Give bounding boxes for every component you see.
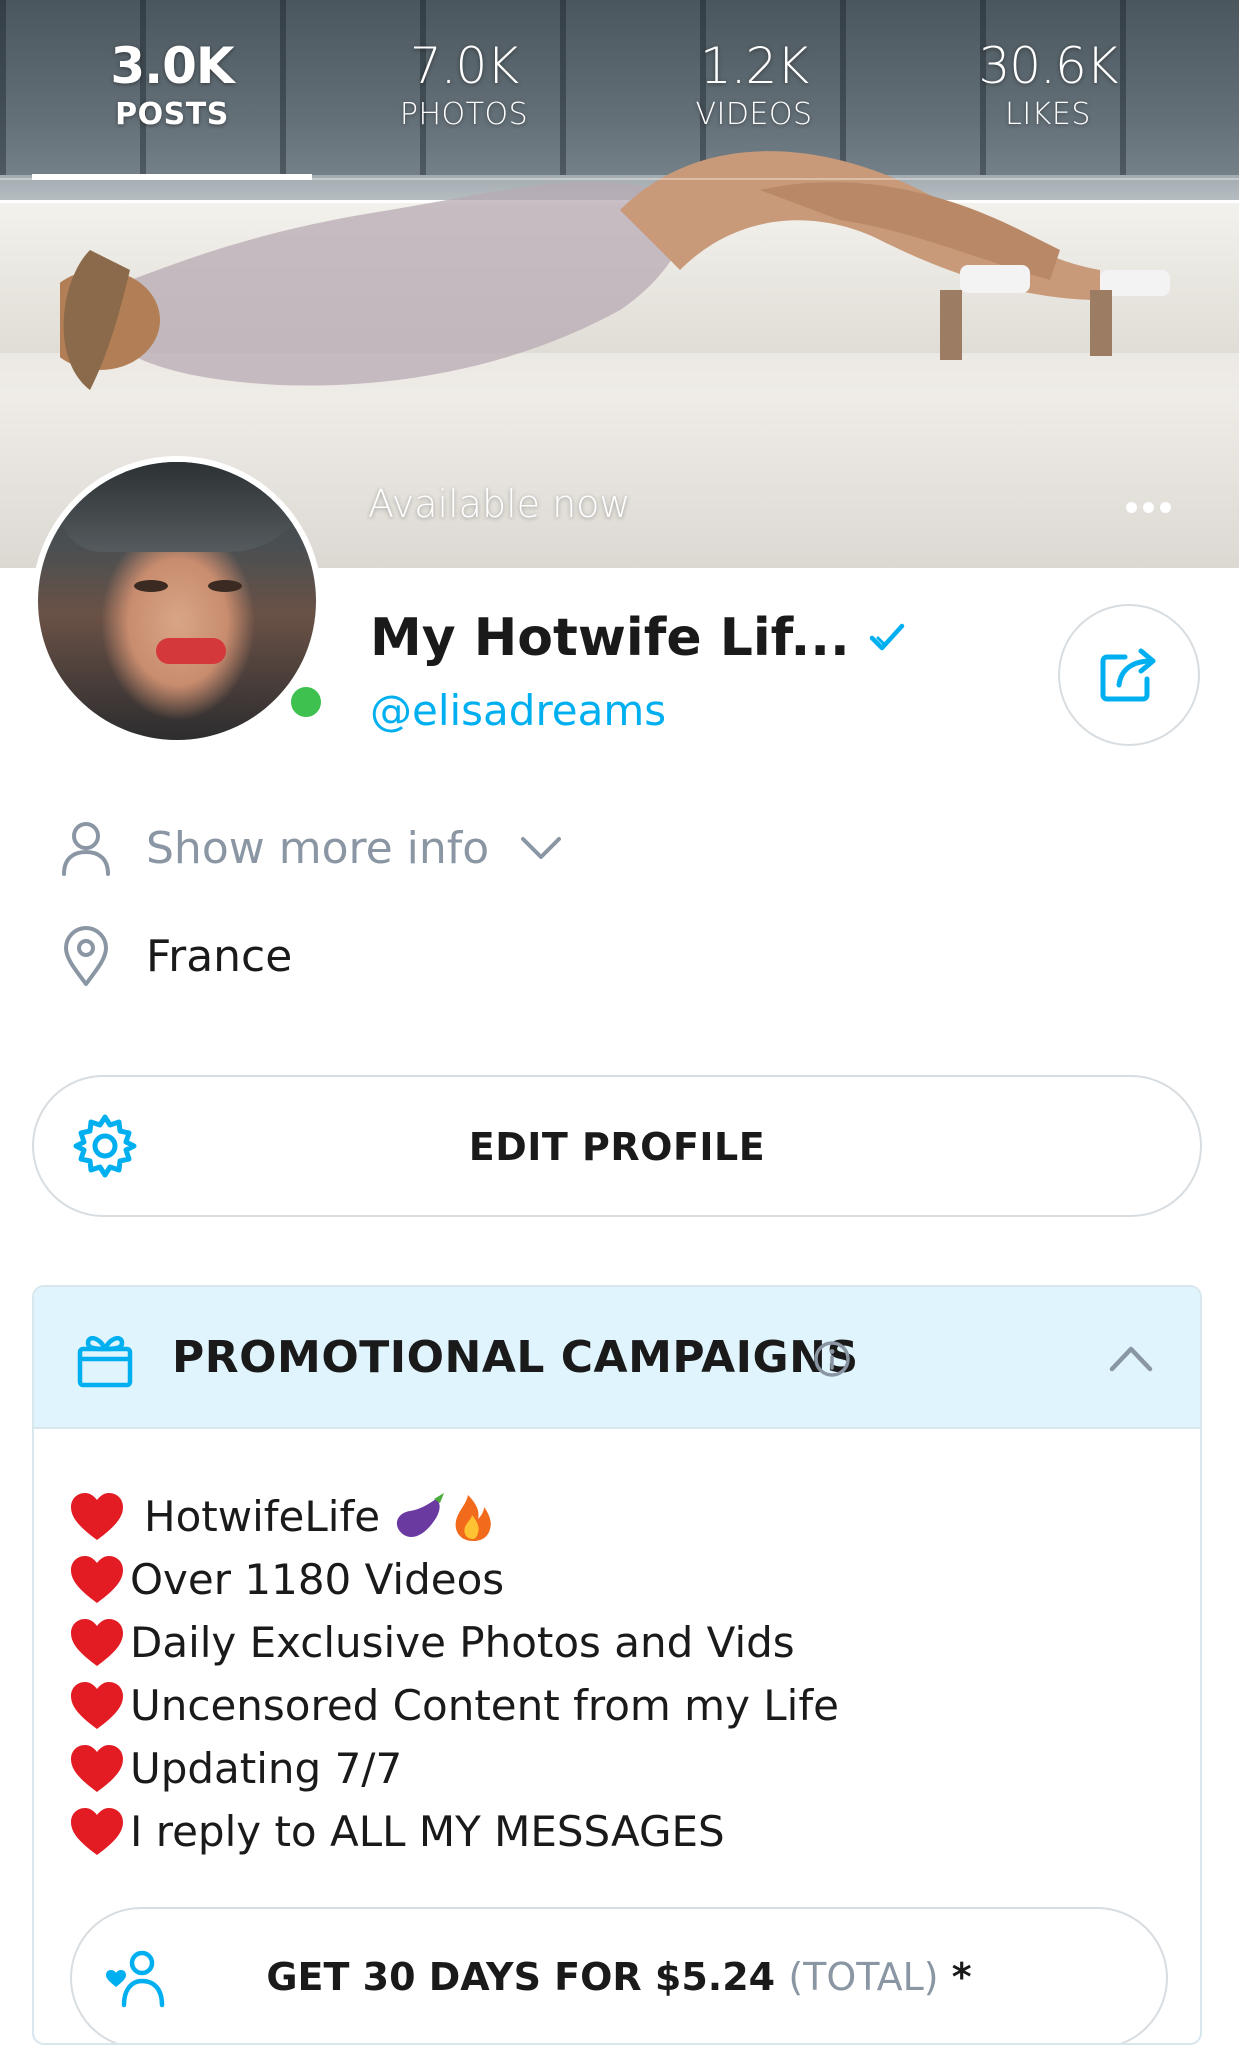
share-icon	[1100, 648, 1156, 702]
promotional-campaigns-header[interactable]: PROMOTIONAL CAMPAIGNS	[34, 1287, 1200, 1429]
subscribe-button[interactable]: GET 30 DAYS FOR $5.24 (TOTAL) *	[70, 1907, 1168, 2043]
bio-line: Updating 7/7	[68, 1737, 1168, 1800]
verified-icon	[869, 623, 904, 651]
chevron-down-icon	[521, 837, 562, 859]
posts-label: POSTS	[115, 97, 229, 132]
avatar-photo	[38, 462, 316, 740]
avatar[interactable]	[32, 456, 326, 746]
tab-likes[interactable]: 30.6K LIKES	[928, 36, 1168, 134]
bio-line-text: Uncensored Content from my Life	[130, 1681, 839, 1730]
tab-photos[interactable]: 7.0K PHOTOS	[344, 36, 584, 134]
bio-line-text: Over 1180 Videos	[130, 1555, 505, 1604]
gift-icon	[77, 1335, 133, 1388]
tab-videos[interactable]: 1.2K VIDEOS	[634, 36, 874, 134]
profile-name-row: My Hotwife Lif...	[370, 608, 908, 668]
subscribe-asterisk: *	[951, 1955, 972, 1999]
eggplant-icon	[396, 1492, 445, 1537]
location-row: France	[56, 924, 292, 988]
share-button[interactable]	[1058, 604, 1200, 746]
fire-icon	[455, 1494, 491, 1541]
edit-profile-button[interactable]: EDIT PROFILE	[32, 1075, 1202, 1217]
subscribe-suffix: (TOTAL)	[788, 1955, 939, 1999]
show-more-info-label: Show more info	[146, 822, 490, 874]
heart-icon	[71, 1744, 123, 1792]
bio-line: Uncensored Content from my Life	[68, 1674, 1168, 1737]
profile-name: My Hotwife Lif...	[370, 608, 850, 668]
bio-line: Daily Exclusive Photos and Vids	[68, 1611, 1168, 1674]
bio-line: Over 1180 Videos	[68, 1548, 1168, 1611]
cover-figure	[60, 151, 1170, 390]
show-more-info[interactable]: Show more info	[56, 818, 563, 878]
videos-label: VIDEOS	[695, 97, 813, 132]
heart-icon	[71, 1681, 123, 1729]
heart-icon	[71, 1492, 123, 1540]
bio-line: HotwifeLife	[68, 1485, 1168, 1548]
likes-count: 30.6K	[978, 37, 1118, 95]
bio-line-text: I reply to ALL MY MESSAGES	[130, 1807, 725, 1856]
profile-handle[interactable]: @elisadreams	[370, 686, 666, 735]
availability-status: Available now	[368, 482, 631, 526]
subscribe-main-text: GET 30 DAYS FOR $5.24	[266, 1955, 776, 1999]
bio-line-text: Updating 7/7	[130, 1744, 403, 1793]
ellipsis-icon[interactable]	[1118, 492, 1178, 522]
bio-text: HotwifeLife Over 1180 Videos Daily Exclu…	[68, 1485, 1168, 1863]
heart-icon	[71, 1807, 123, 1855]
photos-label: PHOTOS	[399, 97, 529, 132]
promotional-campaigns-title: PROMOTIONAL CAMPAIGNS	[172, 1332, 859, 1383]
location-text: France	[146, 930, 293, 982]
bio-line: I reply to ALL MY MESSAGES	[68, 1800, 1168, 1863]
photos-count: 7.0K	[409, 37, 519, 95]
user-icon	[62, 822, 110, 876]
edit-profile-label: EDIT PROFILE	[468, 1125, 766, 1169]
bio-line-text: HotwifeLife	[144, 1492, 381, 1541]
bio-line-text: Daily Exclusive Photos and Vids	[130, 1618, 795, 1667]
subscribe-label: GET 30 DAYS FOR $5.24 (TOTAL) *	[72, 1955, 1166, 1999]
promotional-campaigns-panel: PROMOTIONAL CAMPAIGNS HotwifeLife Over 1	[32, 1285, 1202, 2045]
heart-icon	[71, 1555, 123, 1603]
location-pin-icon	[64, 926, 108, 986]
posts-count: 3.0K	[110, 37, 234, 95]
likes-label: LIKES	[1005, 97, 1091, 132]
tab-posts[interactable]: 3.0K POSTS	[52, 36, 292, 134]
info-icon[interactable]	[812, 1339, 852, 1379]
videos-count: 1.2K	[699, 37, 809, 95]
heart-icon	[71, 1618, 123, 1666]
online-indicator	[286, 682, 326, 722]
chevron-up-icon[interactable]	[1106, 1335, 1156, 1381]
active-tab-indicator	[32, 174, 312, 180]
